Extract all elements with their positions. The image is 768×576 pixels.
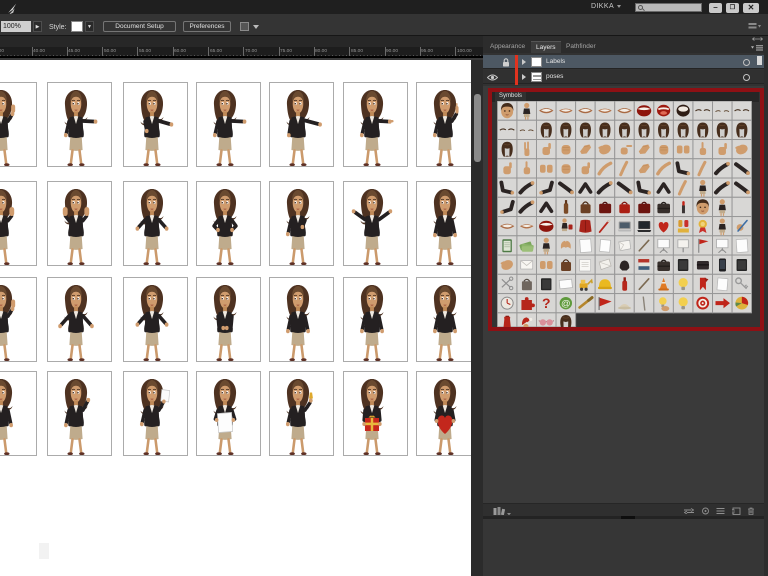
svg-text:?: ? [542,295,551,311]
svg-text:@: @ [561,299,571,310]
